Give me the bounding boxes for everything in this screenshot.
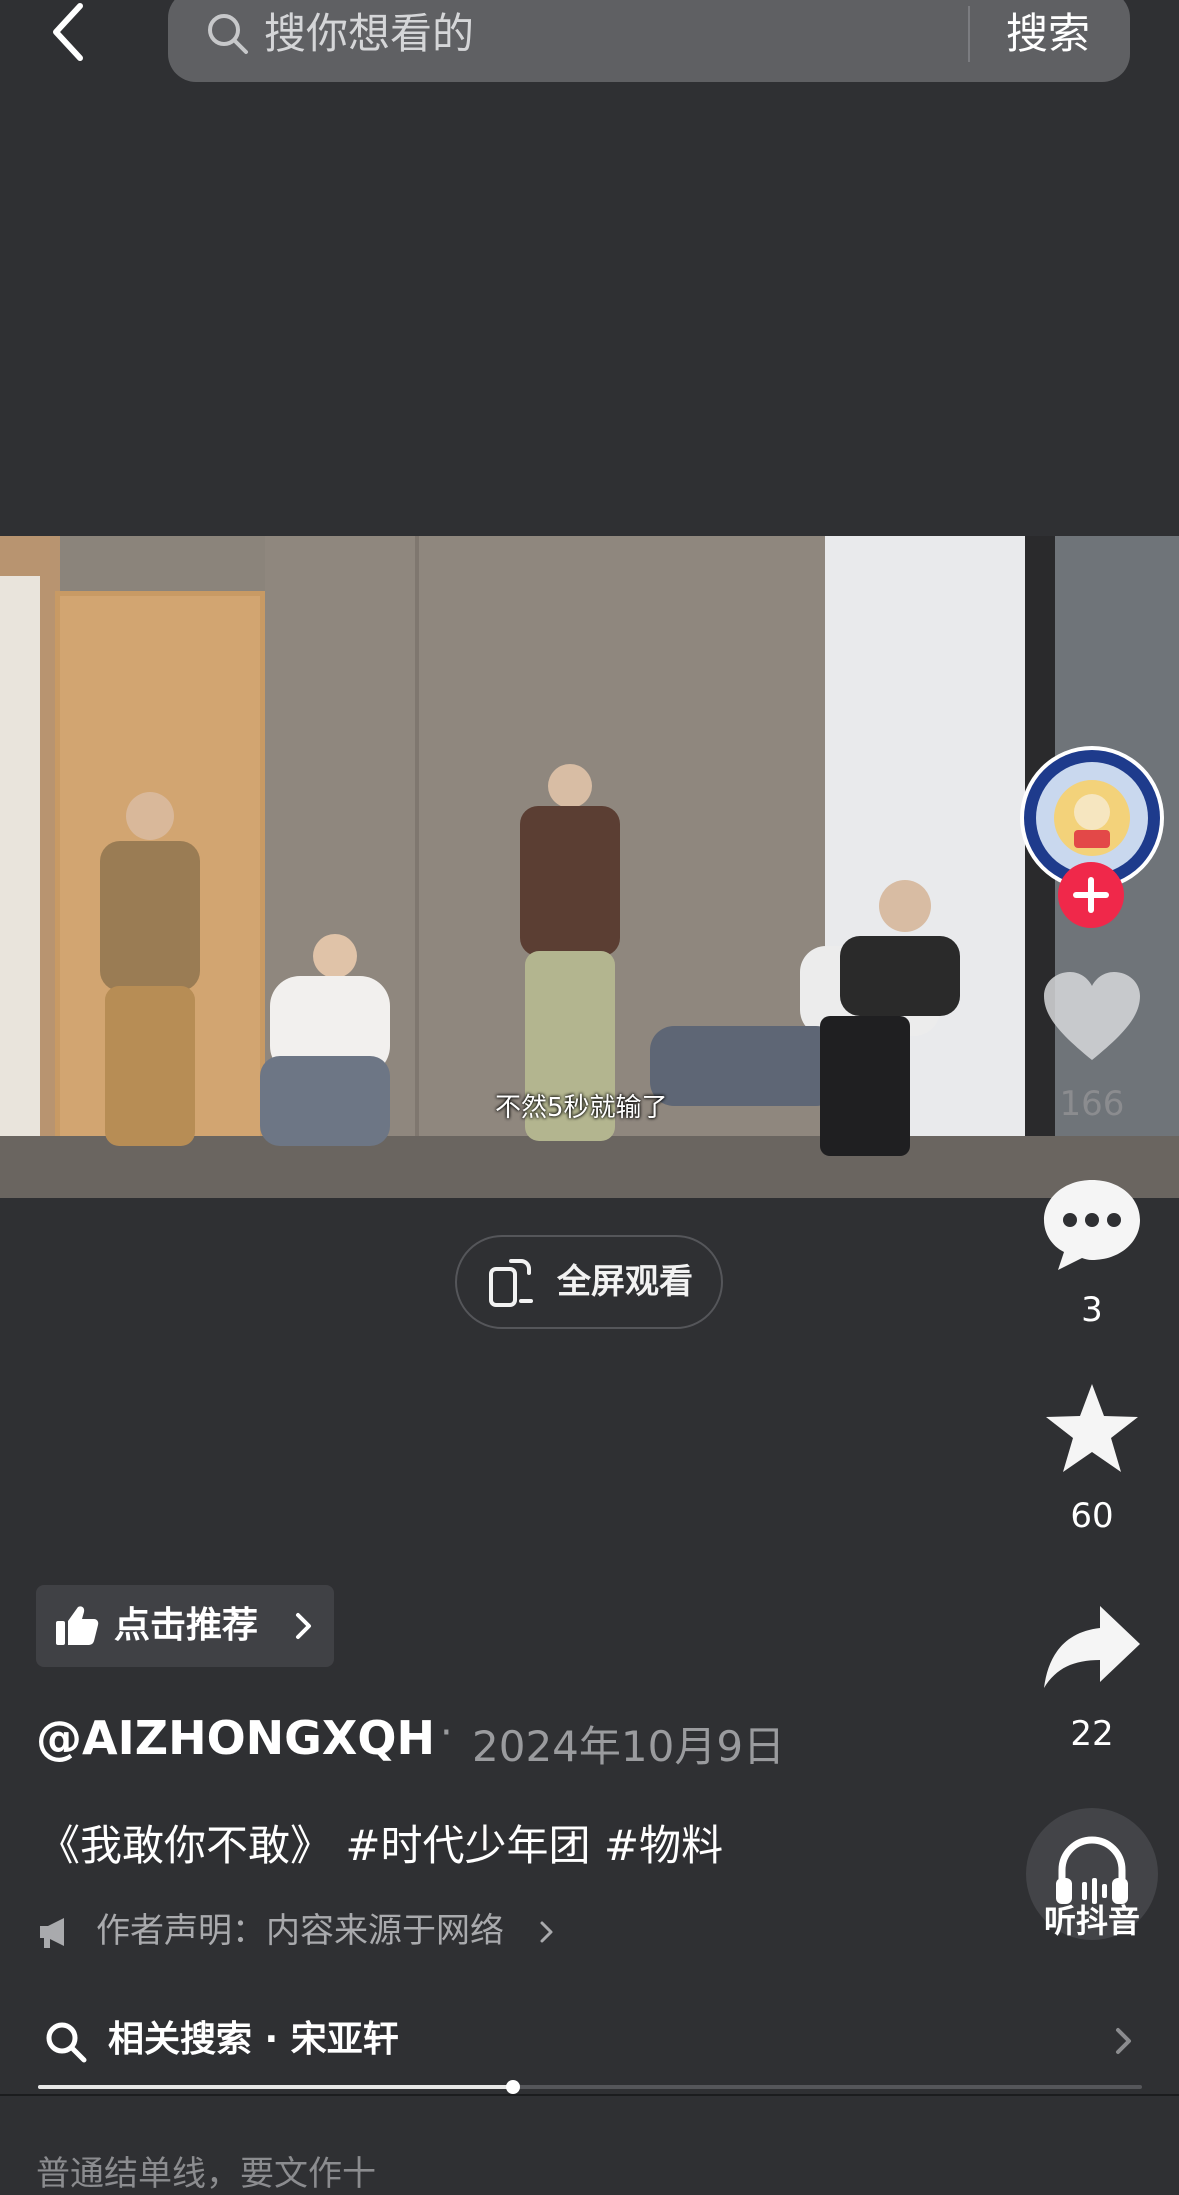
person-1 [100,792,200,1146]
author-date-separator: · [440,1710,453,1756]
comment-icon[interactable] [1040,1174,1144,1274]
declaration-text: 作者声明：内容来源于网络 [96,1911,504,1951]
author-name[interactable]: @AIZHONGXQH [36,1711,435,1765]
heart-icon[interactable] [1040,968,1144,1068]
related-search-label: 相关搜索 · 宋亚轩 [108,2019,399,2060]
share-count: 22 [1070,1714,1114,1754]
fullscreen-label: 全屏观看 [557,1262,693,1302]
listen-label: 听抖音 [1043,1902,1140,1940]
search-divider [968,6,970,62]
person-3 [520,764,620,1141]
plus-icon [1073,877,1109,913]
favorite-count: 60 [1070,1496,1114,1536]
chevron-right-icon [1116,2028,1131,2054]
follow-button[interactable] [1058,862,1124,928]
search-icon [46,2022,87,2063]
search-icon [208,14,248,54]
star-icon[interactable] [1040,1380,1144,1480]
related-search[interactable]: 相关搜索 · 宋亚轩 [40,2012,1150,2068]
comment-count: 3 [1081,1290,1103,1330]
like-count: 166 [1059,1084,1125,1124]
share-icon[interactable] [1040,1600,1144,1700]
thumbs-up-icon [56,1606,99,1645]
chevron-right-icon [540,1921,553,1943]
back-button[interactable] [40,0,110,70]
recommend-button[interactable]: 点击推荐 [36,1585,334,1667]
search-placeholder[interactable]: 搜你想看的 [264,2,474,66]
megaphone-icon [40,1918,64,1948]
video-subtitle: 不然5秒就输了 [495,1093,668,1123]
bottom-text: 普通结单线，要文作十 [36,2154,376,2194]
fullscreen-button[interactable]: 全屏观看 [455,1235,723,1329]
post-date: 2024年10月9日 [472,1722,786,1771]
post-caption[interactable]: 《我敢你不敢》 #时代少年团 #物料 [38,1812,723,1873]
rotate-screen-icon [489,1259,533,1307]
chevron-left-icon [53,3,83,61]
search-bar[interactable]: 搜你想看的 搜索 [168,0,1130,82]
recommend-label: 点击推荐 [114,1605,259,1646]
search-button[interactable]: 搜索 [1006,2,1090,66]
progress-fill [38,2085,513,2089]
chevron-right-icon [296,1613,311,1639]
progress-knob[interactable] [505,2080,520,2094]
